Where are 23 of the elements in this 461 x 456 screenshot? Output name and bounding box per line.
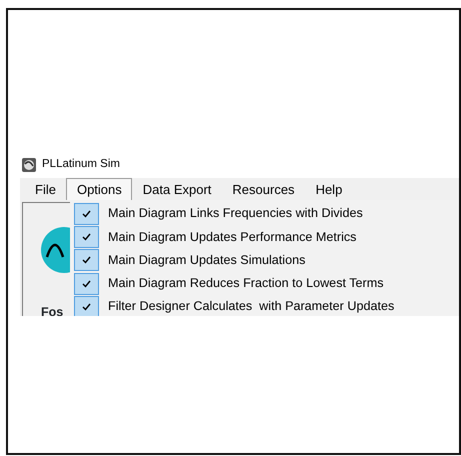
menu-option[interactable]: Main Diagram Updates Performance Metrics bbox=[108, 228, 356, 246]
menu-item[interactable]: File bbox=[24, 178, 66, 200]
menu-option[interactable]: Main Diagram Updates Simulations bbox=[108, 250, 306, 270]
checkbox[interactable] bbox=[74, 296, 99, 316]
panel-label: Fos bbox=[41, 304, 64, 316]
check-icon bbox=[82, 256, 91, 264]
menu-item[interactable]: Resources bbox=[221, 178, 305, 200]
checkbox[interactable] bbox=[74, 202, 99, 225]
menu-option[interactable]: Main Diagram Links Frequencies with Divides bbox=[108, 204, 363, 224]
check-icon bbox=[82, 302, 91, 311]
window-title: PLLatinum Sim bbox=[42, 157, 120, 172]
menu-item[interactable]: Options bbox=[66, 178, 132, 200]
menu-option[interactable]: Main Diagram Reduces Fraction to Lowest Terms bbox=[108, 274, 384, 293]
checkbox[interactable] bbox=[74, 249, 99, 272]
checkbox[interactable] bbox=[74, 272, 99, 295]
menu-option[interactable]: Filter Designer Calculates with Parameter Updates bbox=[108, 297, 394, 316]
menu-item[interactable]: Data Export bbox=[132, 178, 222, 200]
checkbox[interactable] bbox=[74, 226, 99, 248]
menu-item[interactable]: Help bbox=[304, 178, 352, 200]
app-icon bbox=[22, 158, 36, 172]
check-icon bbox=[82, 210, 91, 218]
check-icon bbox=[82, 232, 91, 241]
check-icon bbox=[82, 280, 91, 288]
